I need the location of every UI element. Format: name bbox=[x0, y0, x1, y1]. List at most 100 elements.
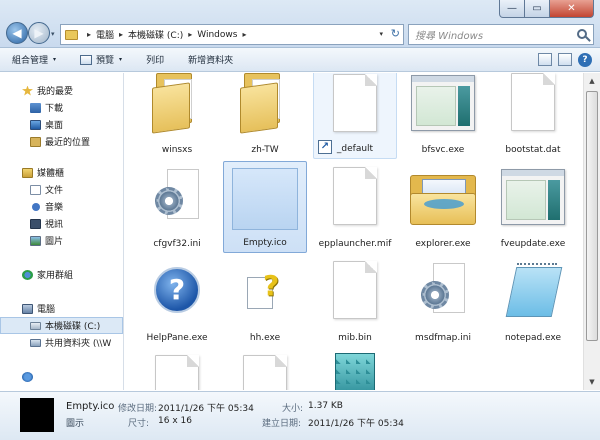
sidebar-item-libraries[interactable]: 媒體櫃 bbox=[22, 164, 64, 181]
maximize-button[interactable]: ▭ bbox=[525, 0, 550, 18]
new-folder-button[interactable]: 新增資料夾 bbox=[176, 48, 245, 71]
file-name: bootstat.dat bbox=[505, 145, 561, 155]
back-button[interactable]: ◀ bbox=[6, 22, 28, 44]
video-icon bbox=[30, 218, 41, 229]
file-item[interactable]: ? hh.exe bbox=[223, 255, 307, 347]
breadcrumb-separator[interactable]: ▸ bbox=[119, 30, 123, 39]
explorer-folder-icon bbox=[410, 171, 476, 225]
sidebar-item-recent[interactable]: 最近的位置 bbox=[30, 133, 90, 150]
file-name: explorer.exe bbox=[415, 239, 471, 249]
sidebar-item-documents[interactable]: 文件 bbox=[30, 181, 63, 198]
file-name: msdfmap.ini bbox=[415, 333, 471, 343]
file-item[interactable]: epplauncher.mif bbox=[313, 161, 397, 253]
search-box[interactable]: 搜尋 Windows bbox=[408, 24, 594, 45]
sidebar-item-desktop[interactable]: 桌面 bbox=[30, 116, 63, 133]
sidebar-item-network[interactable] bbox=[22, 368, 37, 385]
file-item[interactable] bbox=[135, 349, 219, 390]
recent-pages-dropdown[interactable]: ▾ bbox=[51, 30, 55, 38]
organize-button[interactable]: 組合管理 ▾ bbox=[0, 48, 68, 71]
homegroup-icon bbox=[22, 269, 33, 280]
breadcrumb-separator[interactable]: ▸ bbox=[188, 30, 192, 39]
download-folder-icon bbox=[30, 102, 41, 113]
file-item[interactable]: winsxs bbox=[135, 73, 219, 159]
file-item[interactable]: ? HelpPane.exe bbox=[135, 255, 219, 347]
blank-file-icon bbox=[155, 355, 199, 390]
blank-file-icon bbox=[333, 167, 377, 225]
change-view-icon[interactable] bbox=[538, 53, 552, 66]
search-icon[interactable] bbox=[577, 29, 587, 39]
recent-places-icon bbox=[30, 136, 41, 147]
file-item[interactable]: notepad.exe bbox=[491, 255, 575, 347]
sidebar-item-homegroup[interactable]: 家用群組 bbox=[22, 266, 73, 283]
file-item[interactable]: msdfmap.ini bbox=[401, 255, 485, 347]
view-controls: ? bbox=[538, 53, 592, 67]
breadcrumb-windows[interactable]: Windows bbox=[197, 30, 237, 40]
file-item[interactable]: bootstat.dat bbox=[491, 73, 575, 159]
chevron-down-icon: ▾ bbox=[53, 56, 57, 63]
address-bar[interactable]: ▸ 電腦 ▸ 本機磁碟 (C:) ▸ Windows ▸ ▾ ↻ bbox=[60, 24, 404, 45]
breadcrumb-local-disk[interactable]: 本機磁碟 (C:) bbox=[128, 28, 183, 41]
size-label: 大小: bbox=[282, 404, 304, 414]
chevron-down-icon: ▾ bbox=[119, 56, 123, 63]
preview-label: 預覽 bbox=[96, 56, 115, 66]
minimize-button[interactable]: — bbox=[499, 0, 525, 18]
scroll-up-icon[interactable]: ▲ bbox=[584, 73, 600, 89]
help-document-icon: ? bbox=[243, 269, 287, 313]
breadcrumb-separator[interactable]: ▸ bbox=[87, 30, 91, 39]
preview-pane-icon[interactable] bbox=[558, 53, 572, 66]
file-name: _default bbox=[336, 144, 374, 154]
file-name: epplauncher.mif bbox=[318, 239, 392, 249]
folder-icon bbox=[240, 73, 290, 134]
network-icon bbox=[22, 371, 33, 382]
file-name: fveupdate.exe bbox=[500, 239, 566, 249]
close-button[interactable]: ✕ bbox=[550, 0, 594, 18]
music-icon bbox=[32, 202, 40, 211]
application-icon bbox=[501, 169, 565, 225]
file-name: cfgvf32.ini bbox=[153, 239, 201, 249]
sidebar-item-shared-folder[interactable]: 共用資料夾 (\\W bbox=[30, 334, 111, 351]
breadcrumb-computer[interactable]: 電腦 bbox=[96, 28, 114, 41]
details-file-name: Empty.ico bbox=[66, 401, 115, 412]
refresh-icon[interactable]: ↻ bbox=[391, 27, 400, 40]
file-item[interactable]: mib.bin bbox=[313, 255, 397, 347]
sidebar-item-music[interactable]: 音樂 bbox=[30, 198, 63, 215]
file-item[interactable] bbox=[223, 349, 307, 390]
file-item[interactable]: explorer.exe bbox=[401, 161, 485, 253]
sidebar-item-downloads[interactable]: 下載 bbox=[30, 99, 63, 116]
sidebar-item-favorites[interactable]: 我的最愛 bbox=[22, 82, 73, 99]
sidebar-item-label: 下載 bbox=[45, 104, 64, 114]
file-item-selected[interactable]: Empty.ico bbox=[223, 161, 307, 253]
sidebar-item-videos[interactable]: 視訊 bbox=[30, 215, 63, 232]
sidebar-item-pictures[interactable]: 圖片 bbox=[30, 232, 63, 249]
file-item[interactable]: cfgvf32.ini bbox=[135, 161, 219, 253]
dimensions-label: 尺寸: bbox=[128, 419, 150, 429]
file-name: hh.exe bbox=[249, 333, 281, 343]
sidebar-item-label: 最近的位置 bbox=[45, 138, 91, 148]
file-item[interactable] bbox=[313, 349, 397, 390]
sidebar-item-computer[interactable]: 電腦 bbox=[22, 300, 55, 317]
sidebar-item-label: 本機磁碟 (C:) bbox=[45, 322, 101, 332]
sidebar-item-label: 共用資料夾 (\\W bbox=[45, 339, 112, 349]
search-input[interactable]: 搜尋 Windows bbox=[415, 27, 483, 42]
help-icon[interactable]: ? bbox=[578, 53, 592, 67]
forward-button[interactable]: ▶ bbox=[28, 22, 50, 44]
settings-file-icon bbox=[421, 263, 465, 317]
window-controls: — ▭ ✕ bbox=[499, 0, 594, 18]
blank-file-icon bbox=[333, 261, 377, 319]
documents-icon bbox=[30, 184, 41, 195]
help-icon: ? bbox=[154, 267, 200, 313]
breadcrumb-separator[interactable]: ▸ bbox=[242, 30, 246, 39]
file-item[interactable]: ↗ _default bbox=[313, 73, 397, 159]
vertical-scrollbar[interactable]: ▲ ▼ bbox=[583, 73, 600, 390]
file-item[interactable]: bfsvc.exe bbox=[401, 73, 485, 159]
file-item[interactable]: fveupdate.exe bbox=[491, 161, 575, 253]
scrollbar-thumb[interactable] bbox=[586, 91, 598, 341]
print-button[interactable]: 列印 bbox=[134, 48, 176, 71]
shortcut-file-icon bbox=[333, 74, 377, 132]
modified-label: 修改日期: bbox=[118, 404, 158, 414]
sidebar-item-local-disk[interactable]: 本機磁碟 (C:) bbox=[0, 317, 123, 334]
address-dropdown-icon[interactable]: ▾ bbox=[379, 30, 383, 38]
file-item[interactable]: zh-TW bbox=[223, 73, 307, 159]
scroll-down-icon[interactable]: ▼ bbox=[584, 374, 600, 390]
preview-button[interactable]: 預覽 ▾ bbox=[68, 48, 134, 71]
